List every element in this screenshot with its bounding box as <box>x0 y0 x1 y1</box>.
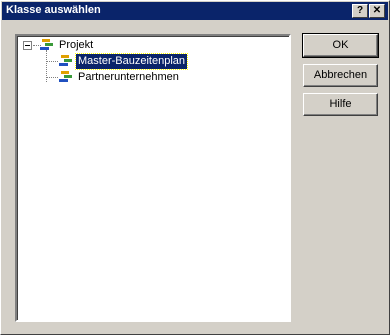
window-title: Klasse auswählen <box>6 4 101 16</box>
class-icon <box>59 55 72 66</box>
tree-node-label: Master-Bauzeitenplan <box>74 53 189 70</box>
help-icon[interactable]: ? <box>352 4 368 18</box>
class-tree[interactable]: Projekt Master-Bauzeitenplan Partnerunte… <box>15 34 291 322</box>
cancel-button[interactable]: Abbrechen <box>303 64 378 87</box>
close-icon[interactable]: ✕ <box>369 4 385 18</box>
class-icon <box>59 71 72 82</box>
tree-connector <box>46 61 58 62</box>
dialog-window: Klasse auswählen ? ✕ Projekt Master-Bauz… <box>0 0 390 335</box>
collapse-toggle[interactable] <box>23 41 32 50</box>
ok-button[interactable]: OK <box>302 33 379 58</box>
tree-connector <box>46 77 58 78</box>
title-bar[interactable]: Klasse auswählen ? ✕ <box>2 2 388 20</box>
tree-node-label: Projekt <box>59 39 94 51</box>
help-button[interactable]: Hilfe <box>303 93 378 116</box>
tree-node-label: Partnerunternehmen <box>78 71 179 83</box>
class-icon <box>40 39 53 50</box>
